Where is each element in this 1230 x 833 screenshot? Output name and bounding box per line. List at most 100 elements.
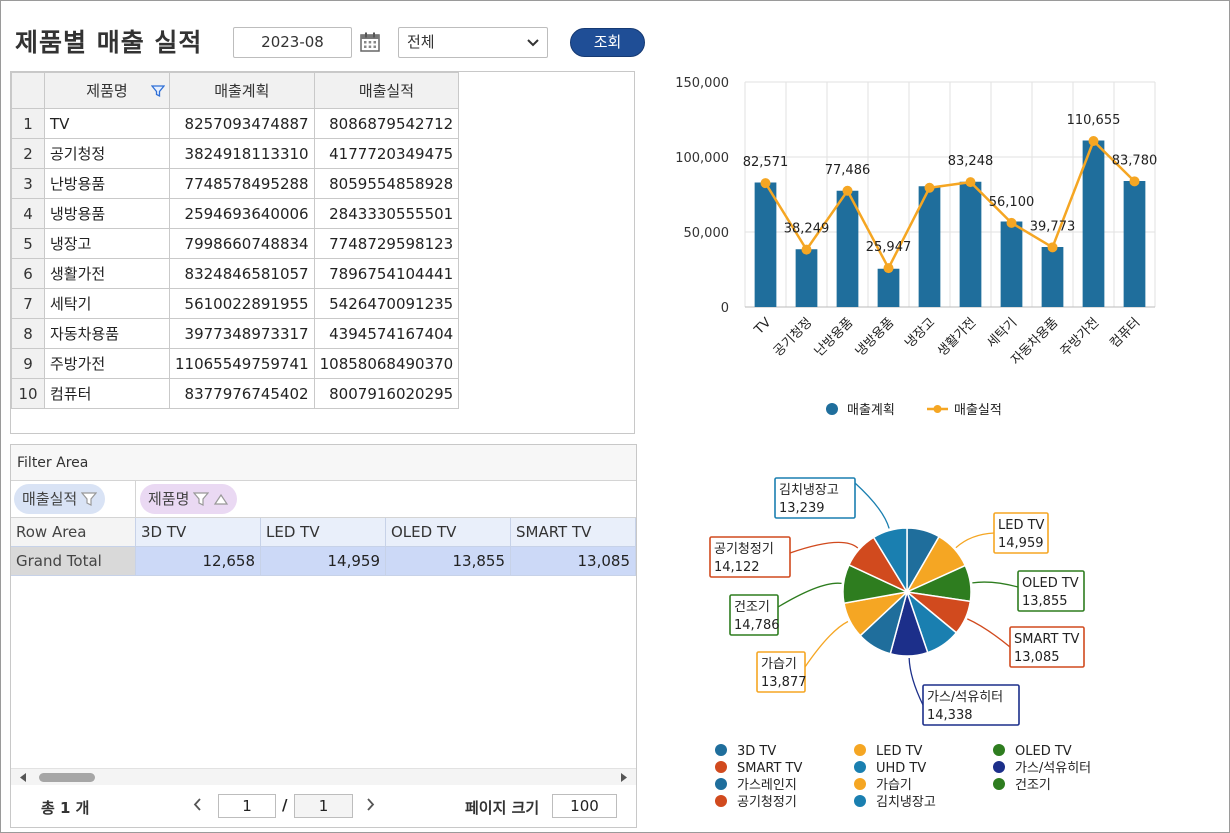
line-point[interactable] [1088, 136, 1099, 147]
bar[interactable] [1082, 140, 1105, 308]
grid-row[interactable]: 9 주방가전 11065549759741 10858068490370 [11, 348, 460, 379]
sort-ascending-icon[interactable] [213, 493, 229, 505]
page-size-input[interactable]: 100 [552, 794, 617, 818]
grand-total-value[interactable]: 14,959 [261, 547, 386, 576]
product-name-cell[interactable]: 주방가전 [44, 348, 170, 379]
line-point[interactable] [801, 244, 812, 255]
grid-row[interactable]: 7 세탁기 5610022891955 5426470091235 [11, 288, 460, 319]
plan-cell[interactable]: 7998660748834 [169, 228, 315, 259]
grand-total-value[interactable]: 13,855 [386, 547, 511, 576]
actual-cell[interactable]: 8007916020295 [313, 378, 460, 409]
plan-cell[interactable]: 2594693640006 [169, 198, 315, 229]
line-point[interactable] [1006, 217, 1017, 228]
plan-cell[interactable]: 7748578495288 [169, 168, 315, 199]
product-name-cell[interactable]: TV [44, 108, 170, 139]
legend-label[interactable]: SMART TV [737, 761, 802, 776]
legend-label[interactable]: 김치냉장고 [876, 795, 936, 810]
bar[interactable] [795, 249, 818, 307]
product-name-cell[interactable]: 생활가전 [44, 258, 170, 289]
product-name-cell[interactable]: 난방용품 [44, 168, 170, 199]
bar[interactable] [1041, 247, 1064, 307]
prev-page-button[interactable] [193, 796, 202, 815]
column-header-plan[interactable]: 매출계획 [169, 72, 315, 109]
bar[interactable] [836, 190, 859, 307]
bar[interactable] [754, 182, 777, 308]
actual-cell[interactable]: 4394574167404 [313, 318, 460, 349]
line-point[interactable] [883, 263, 894, 274]
pivot-row-area[interactable]: Row Area [11, 518, 136, 547]
month-input[interactable]: 2023-08 [233, 27, 352, 58]
product-name-cell[interactable]: 자동차용품 [44, 318, 170, 349]
grid-row[interactable]: 1 TV 8257093474887 8086879542712 [11, 108, 460, 139]
actual-cell[interactable]: 10858068490370 [313, 348, 460, 379]
pivot-col-header[interactable]: SMART TV [511, 518, 636, 547]
actual-cell[interactable]: 8059554858928 [313, 168, 460, 199]
legend-label[interactable]: OLED TV [1015, 744, 1072, 759]
plan-cell[interactable]: 5610022891955 [169, 288, 315, 319]
bar[interactable] [1000, 221, 1023, 308]
legend-label[interactable]: LED TV [876, 744, 923, 759]
line-point[interactable] [965, 177, 976, 188]
legend-label[interactable]: 건조기 [1015, 778, 1051, 793]
grid-corner-cell[interactable] [11, 72, 45, 109]
grid-row[interactable]: 4 냉방용품 2594693640006 2843330555501 [11, 198, 460, 229]
legend-label[interactable]: 공기청정기 [737, 795, 797, 810]
legend-label[interactable]: 매출실적 [954, 403, 1002, 418]
grand-total-value[interactable]: 12,658 [136, 547, 261, 576]
filter-icon[interactable] [193, 492, 210, 506]
next-page-button[interactable] [366, 796, 375, 815]
scroll-left-icon[interactable] [19, 773, 27, 782]
bar[interactable] [959, 181, 982, 307]
filter-icon[interactable] [151, 84, 165, 98]
calendar-button[interactable] [356, 28, 384, 56]
grid-row[interactable]: 2 공기청정 3824918113310 4177720349475 [11, 138, 460, 169]
scrollbar-thumb[interactable] [39, 773, 95, 782]
legend-label[interactable]: 가습기 [876, 778, 912, 793]
value-field-chip[interactable]: 매출실적 [14, 484, 106, 514]
line-point[interactable] [760, 178, 771, 189]
legend-label[interactable]: 매출계획 [847, 403, 895, 418]
plan-cell[interactable]: 11065549759741 [169, 348, 315, 379]
line-point[interactable] [924, 182, 935, 193]
actual-cell[interactable]: 7896754104441 [313, 258, 460, 289]
line-point[interactable] [842, 185, 853, 196]
actual-cell[interactable]: 4177720349475 [313, 138, 460, 169]
line-point[interactable] [1129, 176, 1140, 187]
column-header-actual[interactable]: 매출실적 [313, 72, 460, 109]
product-name-cell[interactable]: 세탁기 [44, 288, 170, 319]
plan-cell[interactable]: 8377976745402 [169, 378, 315, 409]
search-button[interactable]: 조회 [570, 28, 645, 57]
line-point[interactable] [1047, 242, 1058, 253]
plan-cell[interactable]: 3977348973317 [169, 318, 315, 349]
horizontal-scrollbar[interactable] [11, 768, 636, 785]
legend-label[interactable]: UHD TV [876, 761, 926, 776]
grid-row[interactable]: 5 냉장고 7998660748834 7748729598123 [11, 228, 460, 259]
legend-label[interactable]: 가스레인지 [737, 778, 797, 793]
product-name-cell[interactable]: 컴퓨터 [44, 378, 170, 409]
pivot-col-header[interactable]: OLED TV [386, 518, 511, 547]
legend-label[interactable]: 3D TV [737, 744, 776, 759]
bar[interactable] [1123, 181, 1146, 307]
filter-icon[interactable] [81, 492, 98, 506]
product-name-cell[interactable]: 냉방용품 [44, 198, 170, 229]
pivot-col-header[interactable]: 3D TV [136, 518, 261, 547]
pivot-filter-area[interactable]: Filter Area [11, 445, 636, 481]
actual-cell[interactable]: 7748729598123 [313, 228, 460, 259]
grid-row[interactable]: 6 생활가전 8324846581057 7896754104441 [11, 258, 460, 289]
plan-cell[interactable]: 8257093474887 [169, 108, 315, 139]
scroll-right-icon[interactable] [620, 773, 628, 782]
grid-row[interactable]: 8 자동차용품 3977348973317 4394574167404 [11, 318, 460, 349]
current-page-input[interactable]: 1 [218, 794, 276, 818]
pivot-col-header[interactable]: LED TV [261, 518, 386, 547]
grand-total-value[interactable]: 13,085 [511, 547, 636, 576]
grid-row[interactable]: 10 컴퓨터 8377976745402 8007916020295 [11, 378, 460, 409]
column-header-product[interactable]: 제품명 [44, 72, 170, 109]
category-select[interactable]: 전체 [398, 27, 548, 58]
actual-cell[interactable]: 2843330555501 [313, 198, 460, 229]
plan-cell[interactable]: 3824918113310 [169, 138, 315, 169]
legend-label[interactable]: 가스/석유히터 [1015, 761, 1091, 776]
product-name-cell[interactable]: 공기청정 [44, 138, 170, 169]
product-name-cell[interactable]: 냉장고 [44, 228, 170, 259]
grid-row[interactable]: 3 난방용품 7748578495288 8059554858928 [11, 168, 460, 199]
column-field-chip[interactable]: 제품명 [140, 484, 238, 514]
